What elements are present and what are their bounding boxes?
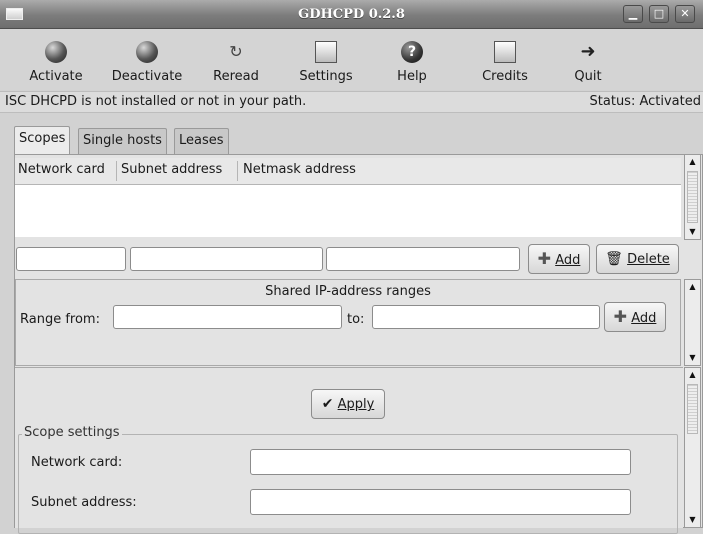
subnet-address-input[interactable]: [130, 247, 323, 271]
settings-network-card-input[interactable]: [250, 449, 631, 475]
add-range-label: Add: [631, 311, 657, 326]
delete-scope-label: Delete: [627, 252, 670, 267]
shared-ranges-title: Shared IP-address ranges: [265, 284, 431, 299]
column-header-subnet-address[interactable]: Subnet address: [121, 162, 222, 177]
scope-settings-legend: Scope settings: [22, 425, 122, 440]
status-bar: ISC DHCPD is not installed or not in you…: [0, 91, 703, 113]
apply-button[interactable]: ✔ Apply: [311, 389, 385, 419]
tab-single-hosts[interactable]: Single hosts: [78, 128, 167, 154]
shared-ranges-scrollbar[interactable]: ▲ ▼: [684, 279, 701, 366]
deactivate-button[interactable]: Deactivate: [102, 29, 192, 90]
tab-leases[interactable]: Leases: [174, 128, 229, 154]
activate-icon: [45, 41, 67, 63]
column-separator: [237, 161, 238, 181]
plus-icon: ✚: [613, 307, 628, 326]
network-card-label: Network card:: [31, 455, 123, 470]
scrollbar-thumb[interactable]: [687, 384, 698, 434]
credits-label: Credits: [482, 69, 528, 84]
help-button[interactable]: ? Help: [388, 29, 436, 90]
range-from-input[interactable]: [113, 305, 342, 329]
maximize-button[interactable]: □: [649, 5, 669, 23]
minimize-button[interactable]: ▁: [623, 5, 643, 23]
tab-scopes[interactable]: Scopes: [14, 126, 71, 155]
activate-label: Activate: [29, 69, 83, 84]
add-scope-button[interactable]: ✚ Add: [528, 244, 590, 274]
trash-icon: 🗑: [605, 251, 623, 267]
scroll-down-arrow-icon[interactable]: ▼: [685, 226, 700, 238]
deactivate-icon: [136, 41, 158, 63]
help-icon: ?: [401, 41, 423, 63]
activate-button[interactable]: Activate: [18, 29, 94, 90]
close-button[interactable]: ✕: [675, 5, 695, 23]
range-to-input[interactable]: [372, 305, 600, 329]
quit-label: Quit: [574, 69, 602, 84]
status-state: Status: Activated: [589, 94, 701, 109]
scrollbar-thumb[interactable]: [687, 171, 698, 223]
settings-button[interactable]: Settings: [290, 29, 362, 90]
scroll-down-arrow-icon[interactable]: ▼: [685, 514, 700, 526]
column-separator: [116, 161, 117, 181]
column-header-netmask-address[interactable]: Netmask address: [243, 162, 356, 177]
add-scope-label: Add: [555, 253, 581, 268]
column-header-network-card[interactable]: Network card: [18, 162, 105, 177]
credits-icon: [494, 41, 516, 63]
subnet-address-label: Subnet address:: [31, 495, 137, 510]
settings-subnet-address-input[interactable]: [250, 489, 631, 515]
toolbar: Activate Deactivate ↻ Reread Settings ? …: [0, 29, 703, 90]
reread-button[interactable]: ↻ Reread: [205, 29, 267, 90]
settings-label: Settings: [299, 69, 353, 84]
range-from-label: Range from:: [20, 312, 100, 327]
add-range-button[interactable]: ✚ Add: [604, 302, 666, 332]
scroll-up-arrow-icon[interactable]: ▲: [685, 281, 700, 293]
range-to-label: to:: [347, 312, 365, 327]
scroll-down-arrow-icon[interactable]: ▼: [685, 352, 700, 364]
help-label: Help: [397, 69, 427, 84]
plus-icon: ✚: [537, 249, 552, 268]
settings-scrollbar[interactable]: ▲ ▼: [684, 367, 701, 528]
network-card-input[interactable]: [16, 247, 126, 271]
quit-button[interactable]: ➜ Quit: [566, 29, 610, 90]
refresh-icon: ↻: [229, 42, 243, 61]
scroll-up-arrow-icon[interactable]: ▲: [685, 156, 700, 168]
scopes-list-header: Network card Subnet address Netmask addr…: [15, 158, 681, 185]
apply-label: Apply: [337, 397, 375, 412]
delete-scope-button[interactable]: 🗑 Delete: [596, 244, 679, 274]
settings-icon: [315, 41, 337, 63]
checkmark-icon: ✔: [321, 396, 334, 412]
exit-door-icon: ➜: [580, 41, 596, 62]
deactivate-label: Deactivate: [111, 69, 183, 84]
netmask-address-input[interactable]: [326, 247, 520, 271]
status-message: ISC DHCPD is not installed or not in you…: [5, 94, 307, 109]
window-title: GDHCPD 0.2.8: [298, 7, 405, 22]
reread-label: Reread: [213, 69, 259, 84]
credits-button[interactable]: Credits: [473, 29, 537, 90]
scopes-list-scrollbar[interactable]: ▲ ▼: [684, 154, 701, 240]
scopes-list[interactable]: [15, 185, 681, 237]
scroll-up-arrow-icon[interactable]: ▲: [685, 369, 700, 381]
